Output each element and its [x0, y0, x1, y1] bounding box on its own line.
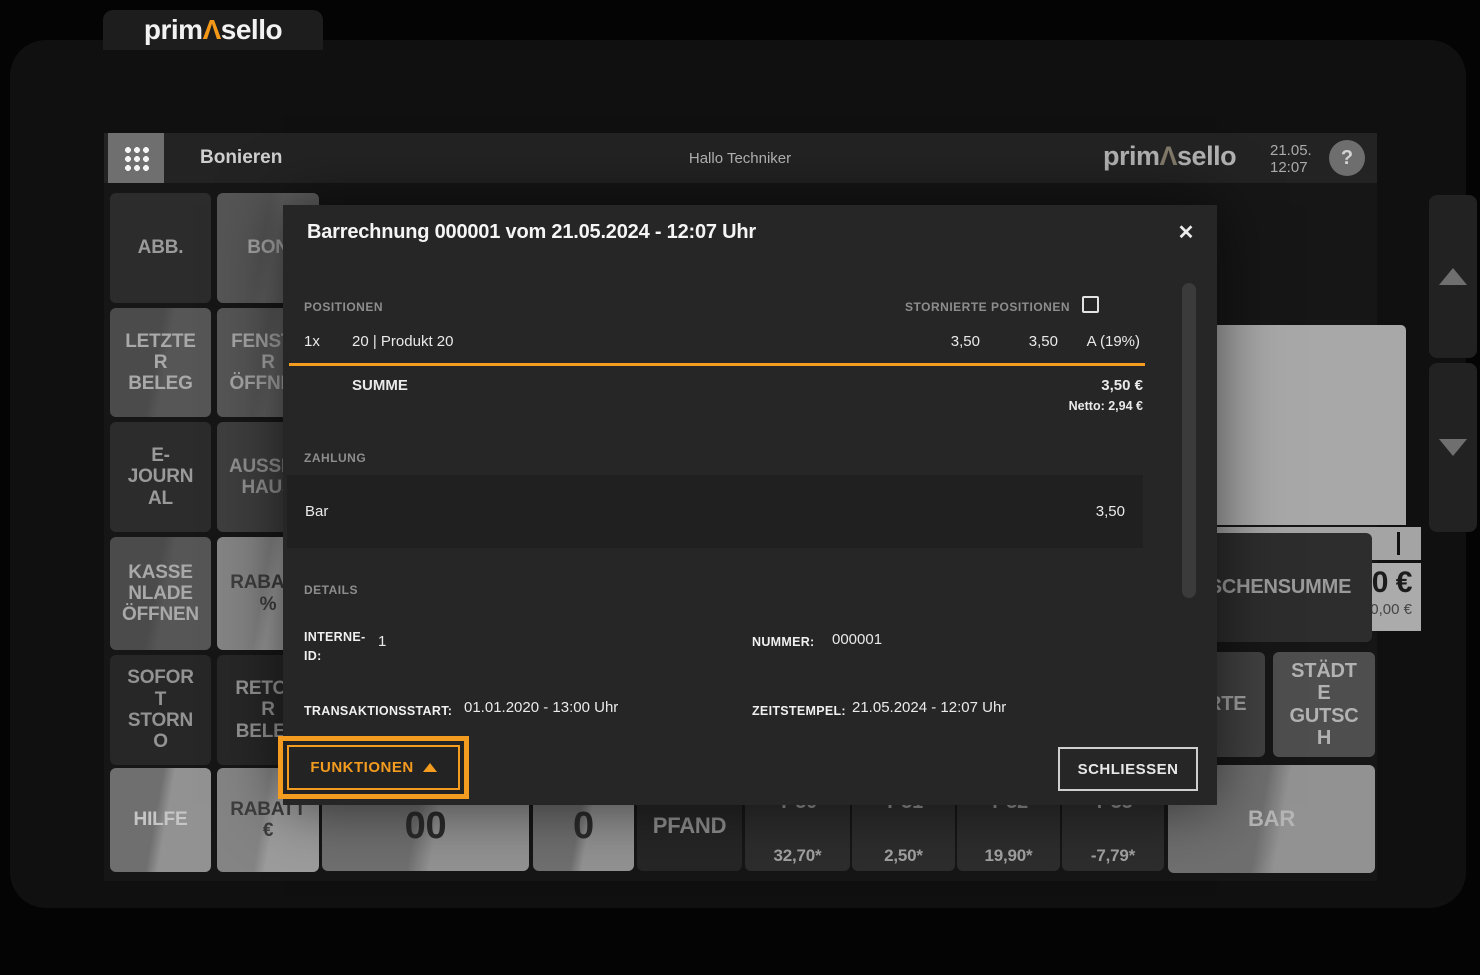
grid-menu-icon: [122, 144, 150, 172]
detail-label-zeitstempel: ZEITSTEMPEL:: [752, 704, 846, 718]
detail-value-zeitstempel: 21.05.2024 - 12:07 Uhr: [852, 699, 1007, 716]
arrow-down-icon: [1439, 439, 1467, 456]
sidebar-item-sofort-storno[interactable]: SOFORT STORNO: [110, 655, 211, 765]
item-unit-price: 3,50: [950, 333, 980, 350]
modal-scrollbar-thumb[interactable]: [1182, 283, 1196, 598]
detail-value-transaktionsstart: 01.01.2020 - 13:00 Uhr: [464, 699, 619, 716]
date-text: 21.05.: [1270, 142, 1312, 159]
detail-value-interne-id: 1: [378, 633, 387, 650]
positions-heading: POSITIONEN: [304, 300, 384, 314]
detail-label-transaktionsstart: TRANSAKTIONSSTART:: [304, 704, 453, 718]
key-value: 32,70*: [773, 845, 822, 865]
page-title: Bonieren: [200, 147, 283, 168]
triangle-up-icon: [422, 763, 437, 772]
detail-label-interne-id: INTERNE-ID:: [304, 630, 366, 663]
sum-label: SUMME: [352, 377, 408, 394]
brand-logo: primΛsello: [143, 14, 283, 45]
funktionen-button[interactable]: FUNKTIONEN: [287, 745, 460, 790]
payment-method: Bar: [305, 503, 329, 520]
time-text: 12:07: [1270, 159, 1308, 176]
user-greeting: Hallo Techniker: [688, 150, 792, 167]
payment-heading: ZAHLUNG: [304, 451, 367, 465]
key-value: 19,90*: [984, 845, 1033, 865]
scroll-down-button[interactable]: [1429, 363, 1477, 532]
funktionen-highlight-ring: FUNKTIONEN: [278, 736, 469, 799]
sum-value: 3,50 €: [1101, 377, 1143, 394]
modal-title: Barrechnung 000001 vom 21.05.2024 - 12:0…: [307, 221, 757, 243]
help-button[interactable]: ?: [1329, 140, 1365, 176]
sum-netto: Netto: 2,94 €: [1068, 399, 1143, 413]
storno-positions-label: STORNIERTE POSITIONEN: [905, 300, 1070, 314]
sidebar-item-kassenlade-oeffnen[interactable]: KASSENLADE ÖFFNEN: [110, 537, 211, 650]
storno-positions-checkbox[interactable]: [1082, 296, 1099, 313]
key-value: -7,79*: [1090, 845, 1136, 865]
staedte-gutschein-button[interactable]: STÄDTE GUTSCH: [1273, 652, 1375, 757]
item-total: 3,50: [1028, 333, 1058, 350]
item-tax: A (19%): [1086, 333, 1140, 350]
text-cursor: [1397, 532, 1400, 555]
header-logo-accent: Λ: [1159, 141, 1178, 171]
header-logo: primΛsello: [1103, 141, 1237, 171]
arrow-up-icon: [1439, 268, 1467, 285]
brand-accent-glyph: Λ: [202, 14, 222, 45]
funktionen-label: FUNKTIONEN: [310, 759, 414, 776]
detail-value-nummer: 000001: [832, 631, 883, 648]
menu-button[interactable]: [108, 133, 164, 183]
detail-label-nummer: NUMMER:: [752, 635, 815, 649]
sidebar-item-hilfe[interactable]: HILFE: [110, 768, 211, 872]
payment-row: Bar 3,50: [287, 475, 1143, 548]
clock: 21.05. 12:07: [1270, 142, 1322, 176]
brand-tab: primΛsello: [103, 10, 323, 50]
sidebar-item-abbruch[interactable]: ABB.: [110, 193, 211, 303]
header-bar: Bonieren Hallo Techniker primΛsello 21.0…: [104, 133, 1377, 183]
sidebar-item-e-journal[interactable]: E-JOURNAL: [110, 422, 211, 532]
schliessen-button[interactable]: SCHLIESSEN: [1058, 747, 1198, 791]
item-name: 20 | Produkt 20: [352, 333, 454, 350]
scroll-up-button[interactable]: [1429, 195, 1477, 358]
close-icon[interactable]: ✕: [1171, 217, 1201, 247]
receipt-detail-modal: Barrechnung 000001 vom 21.05.2024 - 12:0…: [278, 205, 1217, 805]
payment-amount: 3,50: [1095, 503, 1125, 520]
sum-divider: [289, 363, 1145, 366]
sidebar-item-letzter-beleg[interactable]: LETZTER BELEG: [110, 308, 211, 417]
item-qty: 1x: [304, 333, 320, 350]
key-value: 2,50*: [884, 845, 923, 865]
details-heading: DETAILS: [304, 583, 358, 597]
